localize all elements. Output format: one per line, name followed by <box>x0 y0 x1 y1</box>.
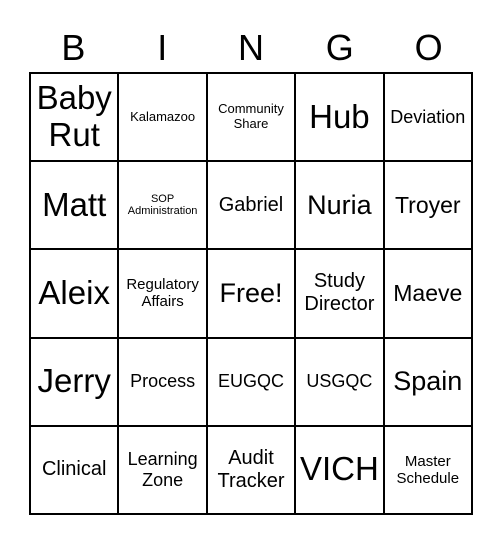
bingo-cell[interactable]: Nuria <box>296 162 383 249</box>
header-letter-o: O <box>414 27 443 68</box>
bingo-cell[interactable]: Spain <box>384 338 471 425</box>
header-letter-n: N <box>237 27 264 68</box>
free-space-cell[interactable]: Free! <box>207 250 295 337</box>
bingo-cell[interactable]: Study Director <box>296 250 383 337</box>
bingo-cell[interactable]: Community Share <box>207 74 295 161</box>
header-letter-b: B <box>61 27 86 68</box>
bingo-cell[interactable]: Troyer <box>384 162 471 249</box>
bingo-cell[interactable]: Maeve <box>384 250 471 337</box>
bingo-grid: Baby Rut Kalamazoo Community Share Hub D… <box>29 72 473 515</box>
bingo-cell[interactable]: Learning Zone <box>119 426 206 513</box>
bingo-cell[interactable]: Clinical <box>31 426 118 513</box>
header-letter-i: I <box>157 27 168 68</box>
bingo-cell[interactable]: Audit Tracker <box>207 426 295 513</box>
bingo-cell[interactable]: Matt <box>31 162 118 249</box>
bingo-cell[interactable]: Process <box>119 338 206 425</box>
bingo-cell[interactable]: USGQC <box>296 338 383 425</box>
bingo-cell[interactable]: Kalamazoo <box>119 74 206 161</box>
bingo-cell[interactable]: Jerry <box>31 338 118 425</box>
bingo-cell[interactable]: Hub <box>296 74 383 161</box>
bingo-cell[interactable]: Baby Rut <box>31 74 118 161</box>
bingo-cell[interactable]: SOP Administration <box>119 162 206 249</box>
bingo-cell[interactable]: Master Schedule <box>384 426 471 513</box>
bingo-cell[interactable]: Deviation <box>384 74 471 161</box>
bingo-header: B I N G O <box>29 24 473 72</box>
bingo-cell[interactable]: VICH <box>296 426 383 513</box>
bingo-cell[interactable]: Aleix <box>31 250 118 337</box>
bingo-cell[interactable]: EUGQC <box>207 338 295 425</box>
bingo-cell[interactable]: Regulatory Affairs <box>119 250 206 337</box>
bingo-cell[interactable]: Gabriel <box>207 162 295 249</box>
header-letter-g: G <box>325 27 354 68</box>
